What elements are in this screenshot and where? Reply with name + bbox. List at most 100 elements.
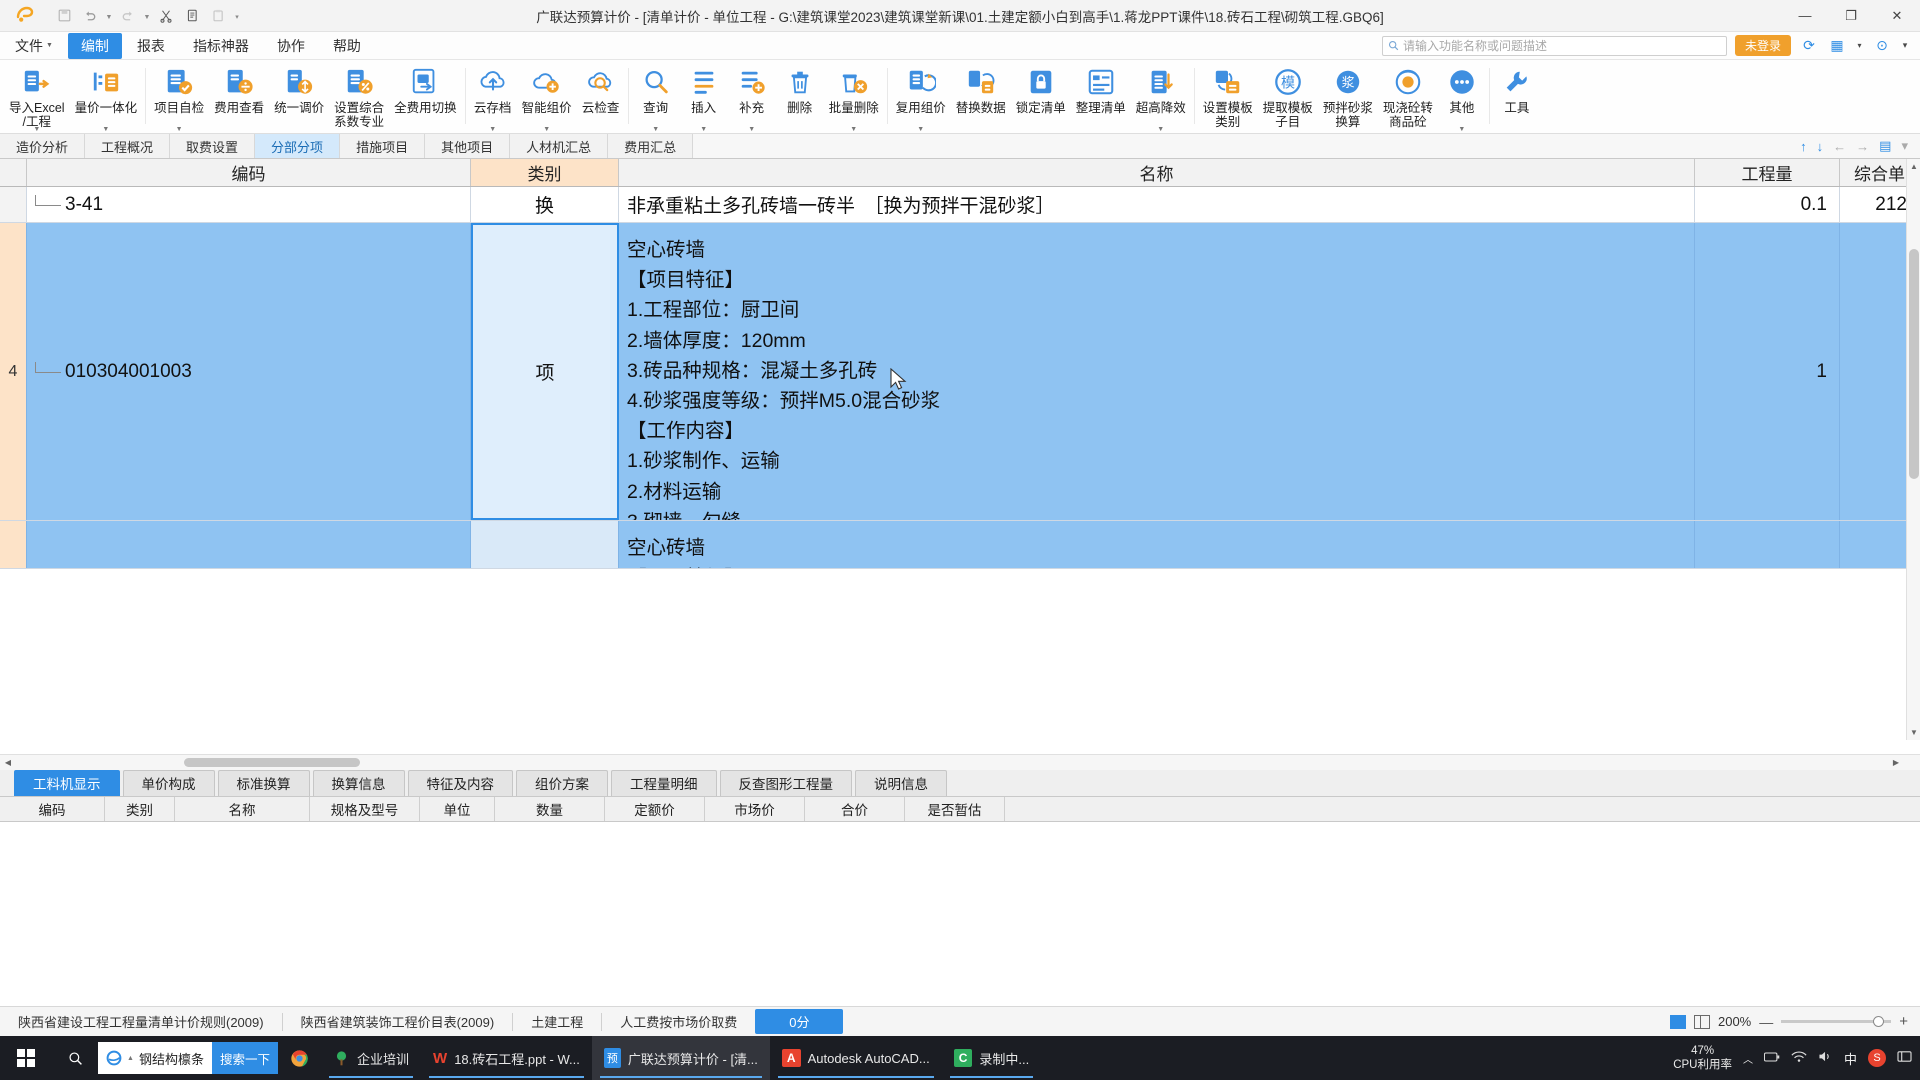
ribbon-button-mortar-convert[interactable]: 浆预拌砂浆 换算 bbox=[1318, 62, 1378, 133]
ribbon-button-query[interactable]: 查询 ▼ bbox=[632, 62, 680, 133]
detail-tab-5[interactable]: 特征及内容 bbox=[407, 769, 513, 796]
detail-column-header[interactable]: 数量 bbox=[495, 796, 605, 821]
detail-tab-1[interactable]: 工料机显示 bbox=[14, 769, 120, 796]
detail-column-header[interactable]: 市场价 bbox=[705, 796, 805, 821]
tab-4[interactable]: 分部分项 bbox=[255, 134, 341, 158]
chevron-down-icon[interactable]: ▼ bbox=[917, 126, 924, 133]
cell-code[interactable]: 3-41 bbox=[27, 187, 471, 222]
layout-icon[interactable]: ▤ bbox=[1879, 138, 1891, 154]
menu-item-report[interactable]: 报表 bbox=[124, 33, 178, 59]
table-row[interactable]: 4 010304001003 项 空心砖墙 【项目特征】 1.工程部位：厨卫间 … bbox=[0, 223, 1920, 521]
ribbon-button-organize-list[interactable]: 整理清单 bbox=[1071, 62, 1131, 133]
scroll-down-icon[interactable]: ▼ bbox=[1907, 726, 1920, 740]
taskbar-app-glodon[interactable]: 预 广联达预算计价 - [清... bbox=[591, 1036, 770, 1080]
redo-dropdown-icon[interactable]: ▼ bbox=[142, 4, 152, 28]
tab-5[interactable]: 措施项目 bbox=[340, 134, 426, 158]
menu-item-edit[interactable]: 编制 bbox=[67, 32, 122, 59]
ribbon-button-reuse-pricing[interactable]: 复用组价 ▼ bbox=[891, 62, 951, 133]
chevron-down-icon[interactable]: ▼ bbox=[700, 126, 707, 133]
ribbon-button-unified-price[interactable]: 统一调价 bbox=[269, 62, 329, 133]
zoom-slider[interactable] bbox=[1781, 1016, 1892, 1027]
undo-icon[interactable] bbox=[78, 4, 102, 28]
cut-icon[interactable] bbox=[154, 4, 178, 28]
cell-type[interactable]: 项 bbox=[471, 223, 619, 520]
menu-item-indicator[interactable]: 指标神器 bbox=[180, 33, 262, 59]
chevron-down-icon[interactable]: ▼ bbox=[850, 126, 857, 133]
chevron-down-icon[interactable]: ▼ bbox=[543, 126, 550, 133]
undo-dropdown-icon[interactable]: ▼ bbox=[104, 4, 114, 28]
redo-icon[interactable] bbox=[116, 4, 140, 28]
chevron-down-icon[interactable]: ▼ bbox=[176, 126, 183, 133]
cell-name[interactable]: 非承重粘土多孔砖墙一砖半 ［换为预拌干混砂浆］ bbox=[619, 187, 1695, 222]
taskbar-app-wps[interactable]: W 18.砖石工程.ppt - W... bbox=[421, 1036, 592, 1080]
detail-tab-6[interactable]: 组价方案 bbox=[516, 769, 608, 796]
ribbon-button-insert[interactable]: 插入 ▼ bbox=[680, 62, 728, 133]
chevron-down-icon[interactable]: ▼ bbox=[1157, 126, 1164, 133]
volume-icon[interactable] bbox=[1818, 1050, 1833, 1067]
ribbon-button-composite-coeff[interactable]: 设置综合 系数专业 bbox=[329, 62, 389, 133]
cell-code[interactable]: 010304001003 bbox=[27, 223, 471, 520]
move-down-icon[interactable]: ↓ bbox=[1817, 139, 1824, 154]
refresh-icon[interactable]: ⟳ bbox=[1799, 37, 1819, 54]
detail-tab-9[interactable]: 说明信息 bbox=[855, 769, 947, 796]
ime-icon[interactable]: 中 bbox=[1844, 1049, 1857, 1068]
ribbon-button-tools[interactable]: 工具 bbox=[1493, 62, 1541, 133]
ribbon-button-concrete-convert[interactable]: 现浇砼转 商品砼 bbox=[1378, 62, 1438, 133]
detail-column-header[interactable]: 规格及型号 bbox=[310, 796, 420, 821]
detail-tab-8[interactable]: 反查图形工程量 bbox=[719, 769, 852, 796]
scroll-left-icon[interactable]: ◀ bbox=[0, 758, 16, 767]
detail-tab-7[interactable]: 工程量明细 bbox=[611, 769, 717, 796]
ribbon-button-lock-list[interactable]: 锁定清单 bbox=[1011, 62, 1071, 133]
cell-name[interactable]: 空心砖墙 【项目特征】 bbox=[619, 521, 1695, 568]
cell-quantity[interactable]: 1 bbox=[1695, 223, 1840, 520]
tab-2[interactable]: 工程概况 bbox=[85, 134, 171, 158]
cell-type[interactable] bbox=[471, 521, 619, 568]
horizontal-scrollbar[interactable]: ◀ ▶ bbox=[0, 753, 1920, 770]
zoom-in-button[interactable]: + bbox=[1899, 1013, 1908, 1030]
menu-item-help[interactable]: 帮助 bbox=[320, 33, 374, 59]
detail-column-header[interactable]: 定额价 bbox=[605, 796, 705, 821]
ribbon-button-excel-import[interactable]: 导入Excel /工程 ▼ bbox=[4, 62, 70, 133]
move-up-icon[interactable]: ↑ bbox=[1800, 139, 1807, 154]
nav-next-icon[interactable]: → bbox=[1856, 139, 1869, 154]
taskbar-search-icon[interactable] bbox=[52, 1036, 98, 1080]
taskbar-app-chrome[interactable] bbox=[278, 1036, 321, 1080]
cell-quantity[interactable]: 0.1 bbox=[1695, 187, 1840, 222]
row-header[interactable]: 4 bbox=[0, 223, 27, 520]
detail-column-header[interactable]: 名称 bbox=[175, 796, 310, 821]
menu-item-collaborate[interactable]: 协作 bbox=[264, 33, 318, 59]
cell-quantity[interactable] bbox=[1695, 521, 1840, 568]
taskbar-app-recorder[interactable]: C 录制中... bbox=[942, 1036, 1042, 1080]
column-header-name[interactable]: 名称 bbox=[619, 159, 1695, 186]
table-row[interactable]: 3-41 换 非承重粘土多孔砖墙一砖半 ［换为预拌干混砂浆］ 0.1 212 bbox=[0, 187, 1920, 223]
ribbon-button-height-efficiency[interactable]: 超高降效 ▼ bbox=[1131, 62, 1191, 133]
ribbon-button-set-template[interactable]: 设置模板 类别 bbox=[1198, 62, 1258, 133]
cpu-indicator[interactable]: 47% CPU利用率 bbox=[1673, 1044, 1732, 1072]
tab-8[interactable]: 费用汇总 bbox=[608, 134, 694, 158]
battery-icon[interactable] bbox=[1763, 1050, 1780, 1067]
score-badge[interactable]: 0分 bbox=[755, 1009, 844, 1034]
paste-icon[interactable] bbox=[206, 4, 230, 28]
zoom-out-button[interactable]: — bbox=[1759, 1014, 1773, 1030]
ribbon-button-delete[interactable]: 删除 bbox=[776, 62, 824, 133]
vertical-scrollbar[interactable]: ▲ ▼ bbox=[1906, 159, 1920, 740]
maximize-button[interactable]: ❐ bbox=[1828, 0, 1874, 32]
tab-1[interactable]: 造价分析 bbox=[0, 134, 86, 158]
detail-column-header[interactable]: 是否暂估 bbox=[905, 796, 1005, 821]
search-input[interactable]: 请输入功能名称或问题描述 bbox=[1381, 35, 1727, 56]
ribbon-button-fee-view[interactable]: 费用查看 bbox=[209, 62, 269, 133]
taskbar-search-button[interactable]: 搜索一下 bbox=[211, 1042, 278, 1074]
chevron-down-icon[interactable]: ▼ bbox=[102, 126, 109, 133]
start-button[interactable] bbox=[0, 1036, 52, 1080]
network-icon[interactable] bbox=[1791, 1050, 1807, 1067]
ribbon-button-replace-data[interactable]: 替换数据 bbox=[951, 62, 1011, 133]
nav-prev-icon[interactable]: ← bbox=[1833, 139, 1846, 154]
taskbar-app-autocad[interactable]: A Autodesk AutoCAD... bbox=[770, 1036, 942, 1080]
row-header[interactable] bbox=[0, 521, 27, 568]
ribbon-button-cloud-archive[interactable]: 云存档 ▼ bbox=[469, 62, 517, 133]
chevron-down-icon[interactable]: ▼ bbox=[1458, 126, 1465, 133]
chevron-down-icon[interactable]: ▾ bbox=[1855, 41, 1864, 50]
menu-item-file[interactable]: 文件 ▼ bbox=[2, 33, 66, 59]
column-header-quantity[interactable]: 工程量 bbox=[1695, 159, 1840, 186]
ribbon-button-full-fee-switch[interactable]: 全费用切换 bbox=[389, 62, 462, 133]
